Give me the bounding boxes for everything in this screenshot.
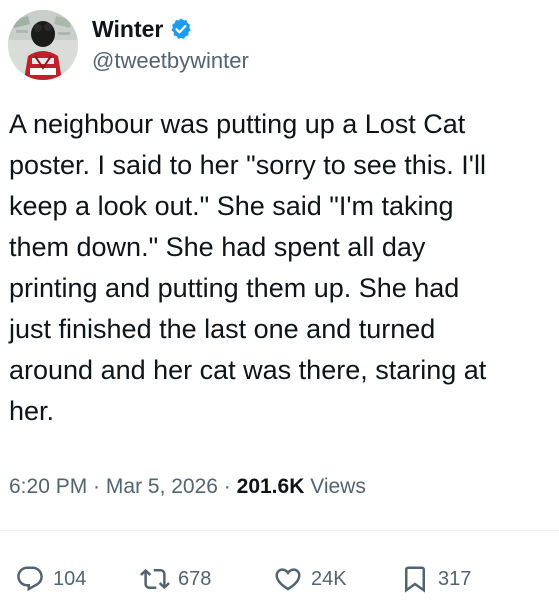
views-count[interactable]: 201.6K [237,475,305,498]
tweet-time[interactable]: 6:20 PM [9,475,87,498]
bookmark-count: 317 [438,568,472,590]
tweet-card: Winter @tweetbywinter A neighbour was pu… [0,0,559,606]
repost-button[interactable]: 678 [140,562,211,596]
like-count: 24K [311,568,347,590]
meta-separator: · [217,475,237,498]
tweet-date[interactable]: Mar 5, 2026 [106,475,218,498]
action-bar: 104 678 24K 317 [0,562,559,596]
bookmark-icon [405,566,425,593]
like-button[interactable]: 24K [273,562,347,596]
heart-icon [275,568,301,591]
divider [0,530,559,531]
reply-count: 104 [53,568,87,590]
verified-badge-icon[interactable] [169,17,193,41]
repost-icon [140,568,170,590]
reply-icon [17,566,43,592]
tweet-metadata: 6:20 PM · Mar 5, 2026 · 201.6K Views [9,472,366,502]
reply-button[interactable]: 104 [15,562,86,596]
meta-separator: · [87,475,106,498]
author-handle[interactable]: @tweetbywinter [92,46,249,76]
avatar-image [8,10,78,80]
avatar[interactable] [8,10,78,80]
author-names: Winter @tweetbywinter [92,14,249,76]
tweet-header: Winter @tweetbywinter [8,8,249,82]
display-name[interactable]: Winter [92,14,163,44]
tweet-text: A neighbour was putting up a Lost Cat po… [9,109,487,426]
bookmark-button[interactable]: 317 [400,562,471,596]
repost-count: 678 [178,568,212,590]
name-row: Winter [92,14,249,44]
views-label: Views [304,475,366,498]
